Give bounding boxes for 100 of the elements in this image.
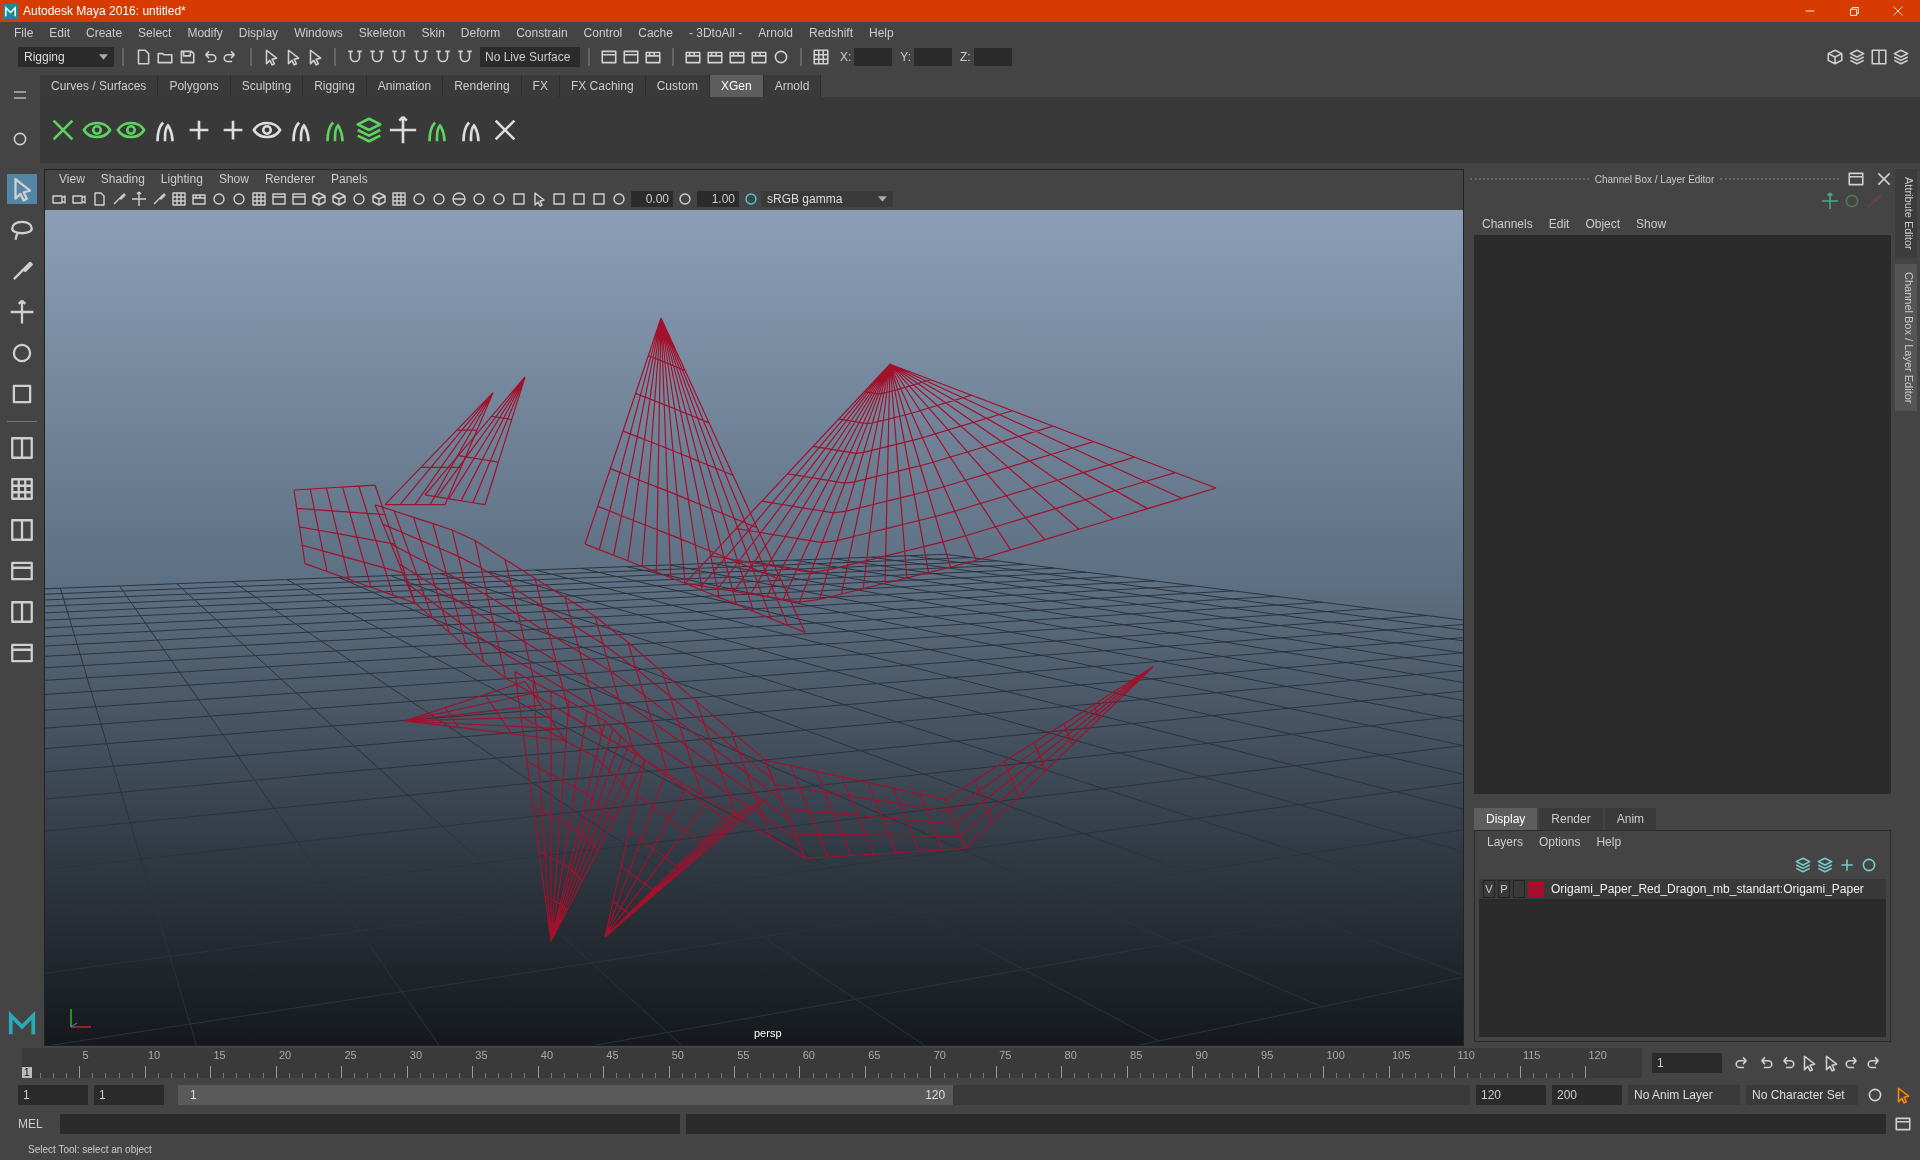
layer-editor-tab[interactable]: Render	[1539, 808, 1603, 830]
menu-item[interactable]: Skin	[413, 25, 453, 40]
side-tab[interactable]: Channel Box / Layer Editor	[1895, 263, 1917, 412]
character-set-dropdown[interactable]: No Character Set	[1746, 1085, 1858, 1105]
layers-icon[interactable]	[354, 115, 384, 145]
channel-box-menu-item[interactable]: Object	[1577, 217, 1629, 231]
film-icon[interactable]	[191, 191, 207, 207]
move-icon[interactable]	[131, 191, 147, 207]
menu-item[interactable]: Arnold	[750, 25, 801, 40]
grid-icon[interactable]	[812, 48, 830, 66]
shelf-tab[interactable]: Polygons	[158, 75, 231, 97]
shelf-tab[interactable]: Arnold	[763, 75, 822, 97]
close-icon[interactable]	[1891, 4, 1905, 18]
shelf-tab[interactable]: XGen	[709, 75, 764, 97]
shelf-tab[interactable]: Rendering	[443, 75, 522, 97]
layer-menu-item[interactable]: Help	[1588, 835, 1630, 849]
coordinate-field[interactable]	[914, 48, 953, 66]
end-frame-field[interactable]: 200	[1552, 1085, 1622, 1105]
layers-icon[interactable]	[1816, 856, 1834, 874]
menu-item[interactable]: Help	[861, 25, 902, 40]
exposure-field[interactable]: 0.00	[631, 191, 673, 207]
window-icon[interactable]	[1894, 1115, 1912, 1133]
viewport-menu-item[interactable]: Lighting	[152, 172, 211, 186]
layers-icon[interactable]	[1848, 48, 1866, 66]
menu-item[interactable]: Modify	[179, 25, 231, 40]
playback-toggle[interactable]: P	[1498, 880, 1510, 898]
menu-item[interactable]: Edit	[41, 25, 79, 40]
menu-item[interactable]: Skeleton	[350, 25, 414, 40]
command-input-field[interactable]	[60, 1114, 680, 1134]
viewport-menu-item[interactable]: View	[51, 172, 93, 186]
grid-icon[interactable]	[171, 191, 187, 207]
channel-box-menu-item[interactable]: Show	[1628, 217, 1675, 231]
menu-item[interactable]: Display	[230, 25, 287, 40]
cube-icon[interactable]	[311, 191, 327, 207]
viewport-menu-item[interactable]: Renderer	[256, 172, 323, 186]
cursor-arrow-icon[interactable]	[531, 191, 547, 207]
cube-icon[interactable]	[331, 191, 347, 207]
window-icon[interactable]	[271, 191, 287, 207]
shelf-menu-icon[interactable]	[14, 90, 26, 99]
menu-item[interactable]: Select	[130, 25, 180, 40]
square-icon[interactable]	[511, 191, 527, 207]
layer-menu-item[interactable]: Options	[1531, 835, 1589, 849]
layer-name[interactable]: Origami_Paper_Red_Dragon_mb_standart:Origami_Paper	[1551, 882, 1864, 896]
shelf-tab[interactable]: Sculpting	[230, 75, 304, 97]
range-slider-bar[interactable]: 1 120	[178, 1085, 954, 1105]
brush-icon[interactable]	[111, 191, 127, 207]
plus-icon[interactable]	[1838, 856, 1856, 874]
save-icon[interactable]	[178, 48, 196, 66]
viewport-menu-item[interactable]: Show	[210, 172, 257, 186]
shelf-tab[interactable]: Rigging	[303, 75, 367, 97]
visibility-toggle[interactable]: V	[1483, 880, 1495, 898]
brush-icon[interactable]	[151, 191, 167, 207]
viewport-menu-item[interactable]: Panels	[322, 172, 376, 186]
gamma-field[interactable]: 1.00	[697, 191, 739, 207]
layer-menu-item[interactable]: Layers	[1479, 835, 1532, 849]
window-icon[interactable]	[622, 48, 640, 66]
side-tab[interactable]: Attribute Editor	[1895, 169, 1917, 258]
cube-icon[interactable]	[371, 191, 387, 207]
current-frame-field[interactable]: 1	[1652, 1053, 1722, 1073]
layers-icon[interactable]	[1892, 48, 1910, 66]
grid-icon[interactable]	[391, 191, 407, 207]
menu-item[interactable]: Deform	[452, 25, 509, 40]
restore-icon[interactable]	[1847, 4, 1861, 18]
square-icon[interactable]	[591, 191, 607, 207]
viewport-menu-item[interactable]: Shading	[92, 172, 153, 186]
time-slider[interactable]: 1 5 10 15 20 25 30 35 40 45 50 55 60 65 70 75 80 85 90 95 100 105 110 115 120	[22, 1048, 1642, 1078]
color-space-dropdown[interactable]: sRGB gamma	[761, 191, 893, 207]
mode-dropdown[interactable]: Rigging	[18, 47, 114, 67]
live-surface-field[interactable]: No Live Surface	[480, 47, 580, 67]
grid-icon[interactable]	[251, 191, 267, 207]
square-icon[interactable]	[551, 191, 567, 207]
shelf-tab[interactable]: FX Caching	[559, 75, 646, 97]
layer-color-swatch[interactable]	[1528, 881, 1544, 897]
window-icon[interactable]	[600, 48, 618, 66]
anim-layer-dropdown[interactable]: No Anim Layer	[1628, 1085, 1740, 1105]
menu-item[interactable]: Create	[78, 25, 131, 40]
shelf-tab[interactable]: Animation	[366, 75, 444, 97]
range-slider-track[interactable]: 1 120	[178, 1085, 1470, 1105]
menu-item[interactable]: Constrain	[508, 25, 576, 40]
playback-end-field[interactable]: 120	[1476, 1085, 1546, 1105]
shelf-tab[interactable]: Curves / Surfaces	[40, 75, 159, 97]
menu-item[interactable]: Control	[575, 25, 631, 40]
layer-editor-tab[interactable]: Display	[1474, 808, 1538, 830]
start-frame-field[interactable]: 1	[18, 1085, 88, 1105]
x-mark-icon[interactable]	[1875, 170, 1893, 188]
menu-item[interactable]: Cache	[630, 25, 681, 40]
shelf-tab[interactable]: Custom	[645, 75, 710, 97]
menu-item[interactable]: File	[6, 25, 42, 40]
channel-box-menu-item[interactable]: Edit	[1540, 217, 1578, 231]
menu-item[interactable]: Windows	[286, 25, 351, 40]
layers-icon[interactable]	[1794, 856, 1812, 874]
layer-editor-tab[interactable]: Anim	[1604, 808, 1657, 830]
window-icon[interactable]	[291, 191, 307, 207]
cube-icon[interactable]	[1826, 48, 1844, 66]
panel-layout-icon[interactable]	[1870, 48, 1888, 66]
current-frame-marker[interactable]: 1	[22, 1067, 32, 1078]
reference-toggle[interactable]	[1513, 880, 1525, 898]
square-icon[interactable]	[571, 191, 587, 207]
playback-start-field[interactable]: 1	[94, 1085, 164, 1105]
menu-item[interactable]: Redshift	[800, 25, 861, 40]
